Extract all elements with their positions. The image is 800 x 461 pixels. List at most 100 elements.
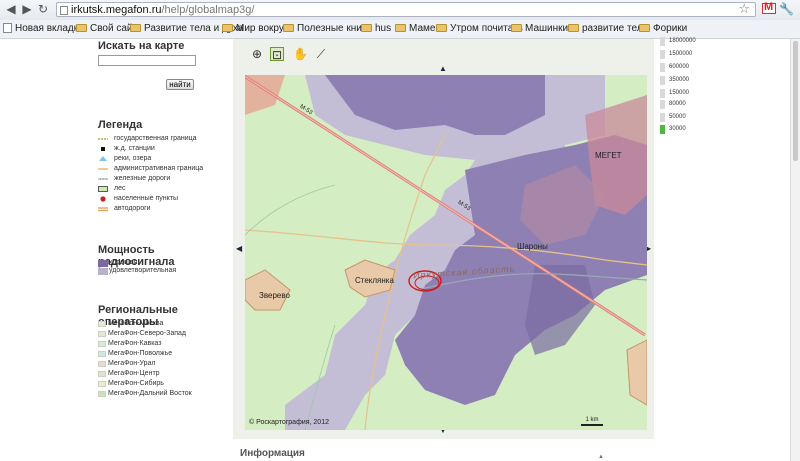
water-icon: [99, 156, 107, 161]
scale-label: 1 km: [585, 417, 599, 423]
folder-icon: [361, 24, 372, 32]
place-label: МЕГЕТ: [595, 151, 622, 160]
wrench-icon[interactable]: 🔧: [779, 2, 794, 16]
folder-icon: [639, 24, 650, 32]
forward-icon[interactable]: ▶: [20, 2, 34, 16]
map-canvas[interactable]: Зверево Стеклянка Шароны МЕГЕТ Иркутская…: [245, 75, 647, 430]
scale-line: [581, 424, 603, 426]
bookmark-label: Полезные книги: [297, 23, 372, 34]
folder-icon: [283, 24, 294, 32]
folder-icon: [130, 24, 141, 32]
bookmark-item[interactable]: Новая вкладка: [3, 20, 84, 38]
bandwidth-swatch: [660, 50, 665, 59]
bookmark-label: Мир вокруг: [236, 23, 288, 34]
search-input[interactable]: [98, 55, 196, 66]
legend-label: населенные пункты: [114, 195, 179, 202]
legend-label: государственная граница: [114, 135, 197, 142]
bookmark-item[interactable]: Машинки: [511, 20, 568, 38]
place-label: Шароны: [517, 242, 548, 251]
legend-title: Легенда: [98, 119, 143, 131]
page-scrollbar[interactable]: [790, 39, 800, 461]
bookmark-item[interactable]: Мир вокруг: [222, 20, 288, 38]
operator-swatch: [98, 321, 106, 327]
bandwidth-label: 350000: [669, 77, 690, 83]
bookmark-item[interactable]: развитие тела: [568, 20, 648, 38]
folder-icon: [436, 24, 447, 32]
folder-icon: [568, 24, 579, 32]
bandwidth-swatch: [660, 113, 665, 122]
operator-label: МегаФон-Дальний Восток: [108, 390, 192, 397]
place-label: Зверево: [259, 291, 290, 300]
page-icon: [3, 23, 12, 33]
pan-left-arrow-icon[interactable]: ◀: [236, 245, 242, 253]
legend-label: железные дороги: [114, 175, 171, 182]
folder-icon: [511, 24, 522, 32]
bookmark-star-icon[interactable]: ☆: [738, 2, 750, 16]
bandwidth-label: 50000: [669, 114, 686, 120]
admin-border-icon: [98, 168, 108, 170]
forest-icon: [98, 186, 108, 192]
operator-label: МегаФон-Северо-Запад: [108, 330, 186, 337]
folder-icon: [395, 24, 406, 32]
place-label: Стеклянка: [355, 276, 394, 285]
folder-icon: [222, 24, 233, 32]
bandwidth-swatch: [660, 125, 665, 134]
bandwidth-label: 18000000: [669, 38, 696, 44]
state-border-icon: [98, 138, 108, 140]
railroad-icon: [98, 178, 108, 180]
bandwidth-label: 600000: [669, 64, 690, 70]
legend-label: автодороги: [114, 205, 151, 212]
bookmark-label: Новая вкладка: [15, 23, 84, 34]
zoom-in-tool-icon[interactable]: ⊕: [250, 47, 264, 61]
left-panel: Искать на карте найти Легенда государств…: [0, 39, 232, 461]
map-layer: [245, 75, 647, 430]
address-bar: ◀ ▶ ↻ irkutsk.megafon.ru/help/globalmap3…: [0, 0, 800, 21]
operator-swatch: [98, 381, 106, 387]
bandwidth-label: 1500000: [669, 51, 693, 57]
url-host: irkutsk.megafon.ru: [71, 4, 162, 16]
map-frame: ⊕ ⊡ ✋ ⟋ ▲ ▼ ◀ ▶ Зверево Стеклянка Шароны…: [233, 39, 654, 439]
legend-label: реки, озера: [114, 155, 152, 162]
search-button[interactable]: найти: [166, 79, 194, 90]
legend-label: ж.д. станции: [114, 145, 155, 152]
folder-icon: [76, 24, 87, 32]
settlement-icon: [100, 196, 106, 202]
ruler-tool-icon[interactable]: ⟋: [314, 47, 328, 61]
bookmark-item[interactable]: Полезные книги: [283, 20, 371, 38]
bookmark-label: Машинки: [525, 23, 569, 34]
back-icon[interactable]: ◀: [4, 2, 18, 16]
signal-good-swatch: [98, 260, 108, 267]
rail-station-icon: [101, 147, 105, 151]
zoom-rect-tool-icon[interactable]: ⊡: [270, 47, 284, 62]
bandwidth-swatch: [660, 37, 665, 46]
operator-label: МегаФон-Сибирь: [108, 380, 164, 387]
bookmark-item[interactable]: Маме: [395, 20, 435, 38]
signal-fair-swatch: [98, 268, 108, 275]
operator-label: МегаФон-Москва: [108, 320, 164, 327]
bookmark-item[interactable]: Утром почитать: [436, 20, 523, 38]
pan-tool-icon[interactable]: ✋: [293, 47, 308, 61]
bandwidth-swatch: [660, 89, 665, 98]
bookmark-item[interactable]: Свой сайт: [76, 20, 137, 38]
signal-label: хорошая: [109, 259, 138, 266]
pan-up-arrow-icon[interactable]: ▲: [439, 65, 447, 73]
bandwidth-swatch: [660, 63, 665, 72]
operator-label: МегаФон-Поволжье: [108, 350, 173, 357]
operator-label: МегаФон-Центр: [108, 370, 160, 377]
bandwidth-swatch: [660, 100, 665, 109]
bookmark-item[interactable]: hus: [361, 20, 391, 38]
operator-swatch: [98, 341, 106, 347]
operator-label: МегаФон-Кавказ: [108, 340, 162, 347]
operator-swatch: [98, 331, 106, 337]
bookmark-label: hus: [375, 23, 392, 34]
signal-label: удовлетворительная: [109, 267, 177, 274]
scrollbar-thumb[interactable]: [793, 41, 798, 161]
scale-bar: 1 km: [581, 417, 603, 426]
operator-label: МегаФон-Урал: [108, 360, 156, 367]
reload-icon[interactable]: ↻: [36, 2, 50, 16]
road-icon: [98, 207, 108, 212]
bandwidth-label: 30000: [669, 126, 686, 132]
url-field[interactable]: irkutsk.megafon.ru/help/globalmap3g/: [56, 2, 756, 17]
gmail-icon[interactable]: [762, 1, 776, 14]
page-icon: [60, 6, 68, 15]
